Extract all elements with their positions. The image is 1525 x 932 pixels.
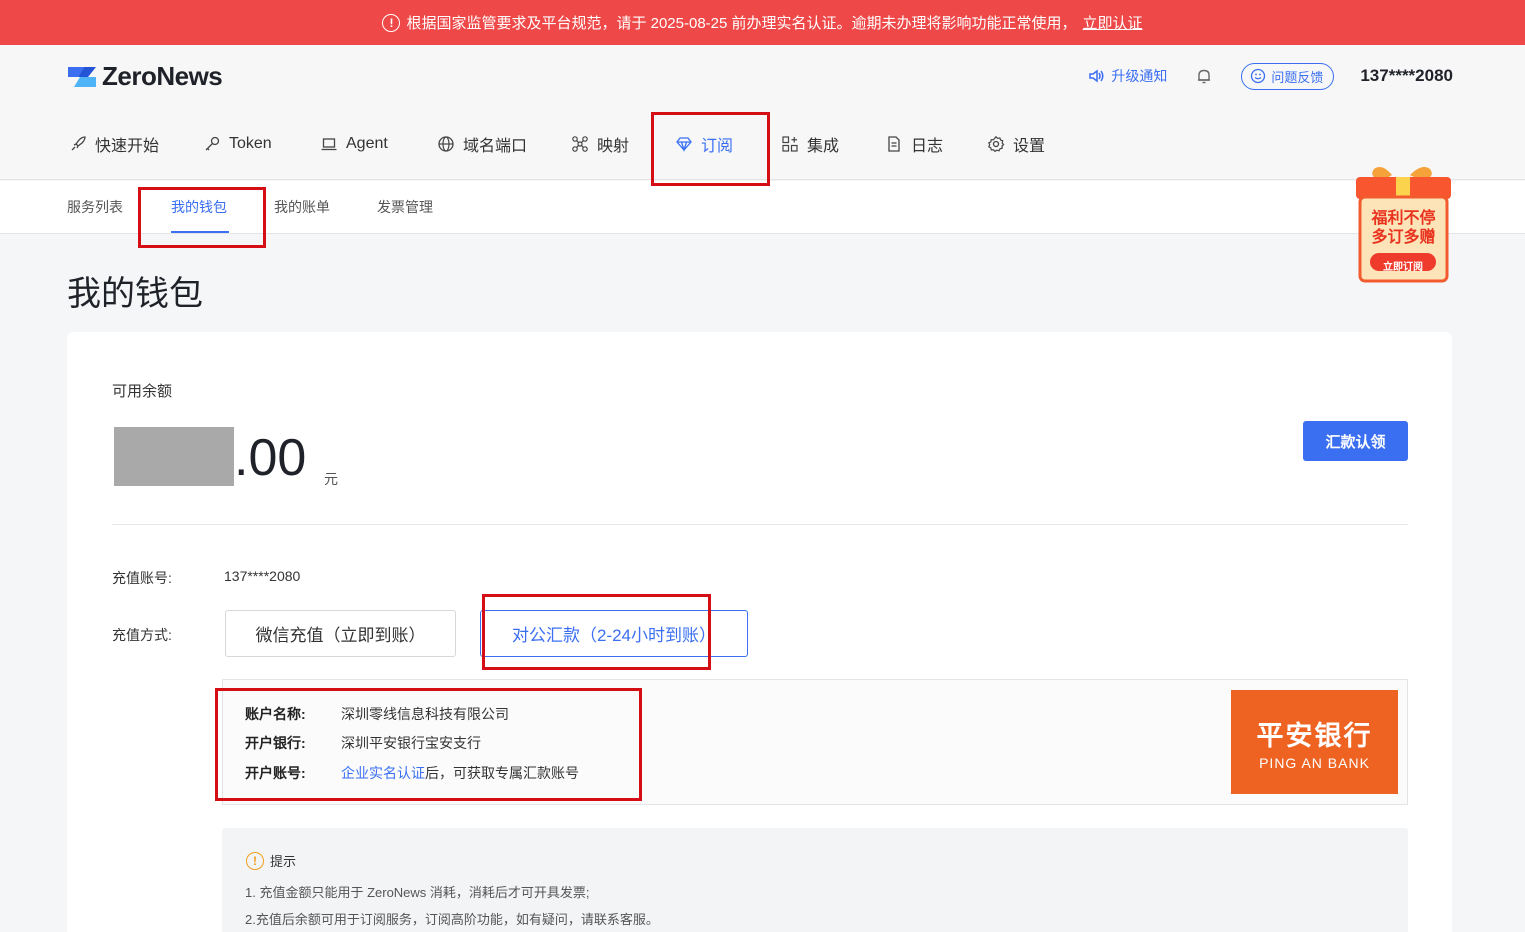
tips-box: ! 提示 1. 充值金额只能用于 ZeroNews 消耗，消耗后才可开具发票; … [222,828,1408,932]
bank-logo-cn: 平安银行 [1256,720,1373,751]
laptop-icon [319,134,339,154]
logo[interactable]: ZeroNews [66,61,223,92]
tab-service-list[interactable]: 服务列表 [67,197,123,217]
verify-now-link[interactable]: 立即认证 [1083,12,1143,33]
user-account[interactable]: 137****2080 [1360,66,1453,86]
nav-integration[interactable]: 集成 [780,131,884,157]
promo-gift-badge[interactable]: 福利不停 多订多赠 立即订阅 [1352,163,1455,283]
tab-invoice-management[interactable]: 发票管理 [377,197,433,217]
tips-title-label: 提示 [270,854,297,869]
nav-agent[interactable]: Agent [319,131,436,157]
highlight-box-bank-info [215,688,642,801]
recharge-method-label: 充值方式: [112,627,172,643]
recharge-account-value: 137****2080 [224,568,301,584]
speaker-icon [1089,69,1104,83]
globe-icon [436,134,456,154]
balance-label: 可用余额 [112,383,173,400]
promo-text: 福利不停 多订多赠 [1352,209,1455,247]
banner-text: 根据国家监管要求及平台规范，请于 2025-08-25 前办理实名认证。逾期未办… [406,15,1077,32]
nav-label: 设置 [1013,138,1046,155]
balance-amount: .00 [234,429,307,487]
nav-label: 集成 [807,138,840,155]
promo-subscribe-button[interactable]: 立即订阅 [1370,258,1436,273]
bank-logo-en: PING AN BANK [1259,754,1370,771]
realname-banner: ! 根据国家监管要求及平台规范，请于 2025-08-25 前办理实名认证。逾期… [0,0,1525,45]
nav-quick-start[interactable]: 快速开始 [68,131,202,157]
nav-label: 域名端口 [463,138,528,155]
document-icon [884,134,904,154]
info-icon: ! [246,851,264,870]
nav-domain-port[interactable]: 域名端口 [436,131,570,157]
apps-icon [780,134,800,154]
tip-line-2: 2.充值后余额可用于订阅服务，订阅高阶功能，如有疑问，请联系客服。 [245,912,659,927]
promo-line2: 多订多赠 [1371,229,1436,246]
balance-unit: 元 [324,471,338,487]
nav-label: Token [229,135,272,152]
page-title: 我的钱包 [67,275,203,313]
main-nav: 快速开始 Token Agent 域名端口 映射 订阅 集成 日志 设置 [68,131,1086,157]
wallet-card: 可用余额 .00 元 汇款认领 充值账号: 137****2080 充值方式: … [67,332,1452,932]
mapping-icon [570,134,590,154]
balance-redacted [114,427,234,486]
highlight-box-wallet-tab [138,187,266,248]
nav-label: 映射 [597,138,630,155]
promo-line1: 福利不停 [1371,210,1436,227]
tip-line-1: 1. 充值金额只能用于 ZeroNews 消耗，消耗后才可开具发票; [245,885,590,900]
bell-icon[interactable] [1193,65,1215,87]
highlight-box-transfer-option [482,594,711,670]
nav-label: Agent [346,135,388,152]
wechat-recharge-option[interactable]: 微信充值（立即到账） [225,610,456,657]
divider [112,524,1408,525]
warning-icon: ! [382,13,401,32]
key-icon [202,134,222,154]
claim-remittance-button[interactable]: 汇款认领 [1303,421,1408,461]
feedback-button[interactable]: 问题反馈 [1241,62,1335,90]
feedback-label: 问题反馈 [1271,69,1324,85]
gear-icon [986,134,1006,154]
zeronews-logo-icon [68,66,96,87]
tips-title: ! 提示 [246,851,296,870]
nav-label: 日志 [911,138,944,155]
rocket-icon [68,134,88,154]
nav-logs[interactable]: 日志 [884,131,986,157]
brand-name: ZeroNews [102,61,223,91]
recharge-account-label: 充值账号: [112,570,172,586]
nav-token[interactable]: Token [202,131,319,157]
highlight-box-subscription [651,112,770,186]
smile-icon [1251,68,1266,84]
nav-label: 快速开始 [95,138,160,155]
upgrade-notice-link[interactable]: 升级通知 [1087,66,1167,86]
upgrade-notice-label: 升级通知 [1111,68,1168,84]
pingan-bank-logo: 平安银行 PING AN BANK [1231,690,1398,794]
tab-my-bills[interactable]: 我的账单 [274,197,330,217]
nav-settings[interactable]: 设置 [986,131,1086,157]
